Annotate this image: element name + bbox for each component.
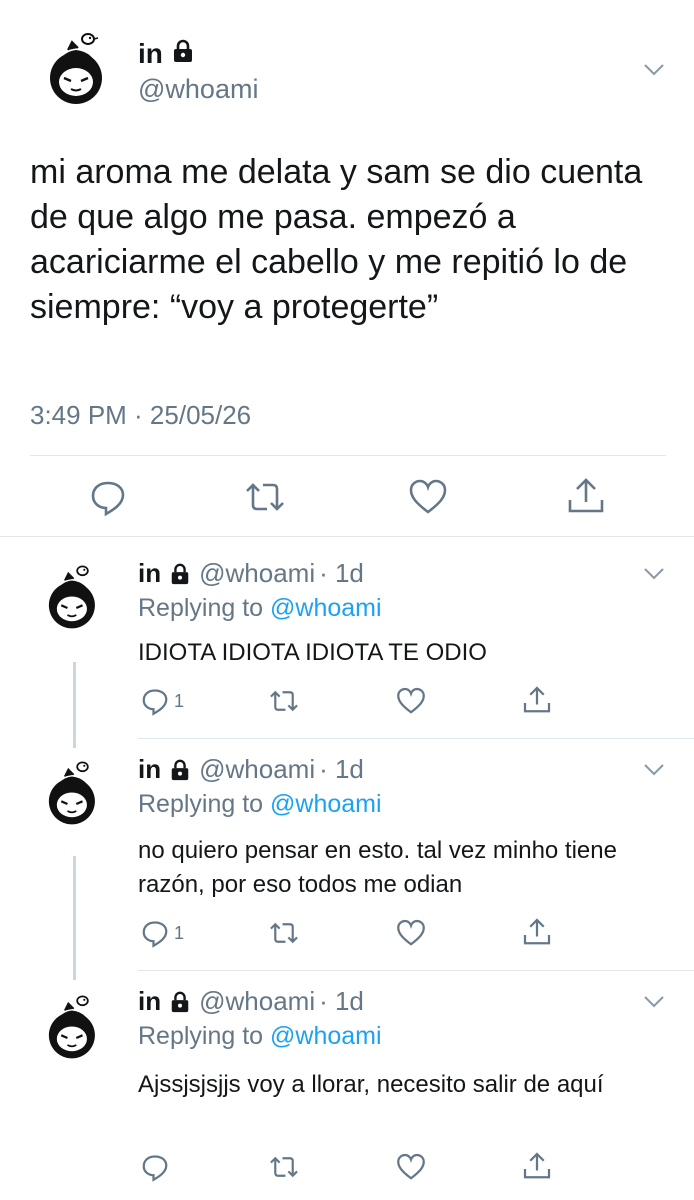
display-name[interactable]: in bbox=[138, 986, 161, 1017]
like-button[interactable] bbox=[396, 1152, 426, 1182]
share-button[interactable] bbox=[522, 1151, 552, 1181]
lock-icon bbox=[171, 991, 189, 1012]
reply-header: in @whoami · 1d bbox=[138, 558, 364, 589]
reply-header: in @whoami · 1d bbox=[138, 754, 364, 785]
replying-prefix: Replying to bbox=[138, 594, 271, 622]
reply-text: IDIOTA IDIOTA IDIOTA TE ODIO bbox=[138, 639, 487, 666]
replying-to: Replying to @whoami bbox=[138, 1022, 382, 1051]
display-name[interactable]: in bbox=[138, 38, 195, 70]
reply-icon bbox=[142, 689, 168, 716]
avatar[interactable] bbox=[40, 30, 110, 110]
retweet-icon bbox=[270, 1156, 298, 1178]
share-button[interactable] bbox=[522, 917, 552, 947]
retweet-button[interactable] bbox=[268, 686, 300, 716]
replying-to-link[interactable]: @whoami bbox=[270, 594, 382, 622]
reply-time: · 1d bbox=[319, 754, 364, 784]
reply-time: · 1d bbox=[319, 558, 364, 588]
handle[interactable]: @whoami bbox=[199, 558, 315, 589]
replying-prefix: Replying to bbox=[138, 1022, 271, 1050]
display-name[interactable]: in bbox=[138, 754, 161, 785]
tweet-text: mi aroma me delata y sam se dio cuenta d… bbox=[30, 153, 643, 326]
chevron-down-icon[interactable] bbox=[642, 994, 666, 1010]
replying-to: Replying to @whoami bbox=[138, 594, 382, 623]
divider bbox=[138, 970, 694, 971]
lock-icon bbox=[171, 38, 195, 70]
chevron-down-icon[interactable] bbox=[642, 62, 666, 78]
chevron-down-icon[interactable] bbox=[642, 566, 666, 582]
share-button[interactable] bbox=[522, 685, 552, 715]
like-icon bbox=[397, 687, 425, 714]
avatar[interactable] bbox=[40, 992, 102, 1065]
tweet-timestamp: 3:49 PM · 25/05/26 bbox=[30, 400, 252, 430]
replying-to-link[interactable]: @whoami bbox=[270, 790, 382, 818]
thread-line bbox=[73, 662, 76, 748]
like-icon bbox=[397, 1153, 425, 1180]
avatar[interactable] bbox=[40, 562, 102, 635]
handle[interactable]: @whoami bbox=[199, 986, 315, 1017]
reply-button[interactable]: 1 bbox=[140, 686, 184, 716]
divider bbox=[0, 536, 694, 537]
like-icon bbox=[409, 479, 447, 514]
reply-button[interactable] bbox=[88, 477, 128, 517]
display-name-text: in bbox=[138, 38, 163, 69]
share-button[interactable] bbox=[566, 476, 606, 516]
handle[interactable]: @whoami bbox=[138, 74, 258, 105]
divider bbox=[138, 738, 694, 739]
divider bbox=[30, 455, 666, 456]
reply-count: 1 bbox=[174, 922, 185, 943]
handle[interactable]: @whoami bbox=[199, 754, 315, 785]
like-button[interactable] bbox=[396, 918, 426, 948]
replying-to-link[interactable]: @whoami bbox=[270, 1022, 382, 1050]
like-button[interactable] bbox=[396, 686, 426, 716]
share-icon bbox=[568, 478, 604, 513]
display-name[interactable]: in bbox=[138, 558, 161, 589]
thread-line bbox=[73, 856, 76, 980]
retweet-icon bbox=[246, 483, 284, 511]
reply-icon bbox=[142, 1155, 168, 1182]
like-icon bbox=[397, 919, 425, 946]
reply-header: in @whoami · 1d bbox=[138, 986, 364, 1017]
reply-text: Ajssjsjsjjs voy a llorar, necesito salir… bbox=[138, 1071, 604, 1098]
share-icon bbox=[523, 686, 551, 713]
like-button[interactable] bbox=[408, 477, 448, 517]
avatar[interactable] bbox=[40, 758, 102, 831]
retweet-button[interactable] bbox=[268, 918, 300, 948]
reply-button[interactable] bbox=[140, 1152, 174, 1182]
retweet-button[interactable] bbox=[243, 477, 287, 517]
replying-to: Replying to @whoami bbox=[138, 790, 382, 819]
share-icon bbox=[523, 1152, 551, 1179]
lock-icon bbox=[171, 759, 189, 780]
lock-icon bbox=[171, 563, 189, 584]
retweet-button[interactable] bbox=[268, 1152, 300, 1182]
retweet-icon bbox=[270, 922, 298, 944]
retweet-icon bbox=[270, 690, 298, 712]
reply-icon bbox=[142, 921, 168, 948]
chevron-down-icon[interactable] bbox=[642, 762, 666, 778]
reply-button[interactable]: 1 bbox=[140, 918, 184, 948]
share-icon bbox=[523, 918, 551, 945]
reply-icon bbox=[91, 481, 125, 517]
reply-time: · 1d bbox=[319, 986, 364, 1016]
reply-count: 1 bbox=[174, 690, 185, 711]
reply-text: no quiero pensar en esto. tal vez minho … bbox=[138, 837, 617, 898]
replying-prefix: Replying to bbox=[138, 790, 271, 818]
